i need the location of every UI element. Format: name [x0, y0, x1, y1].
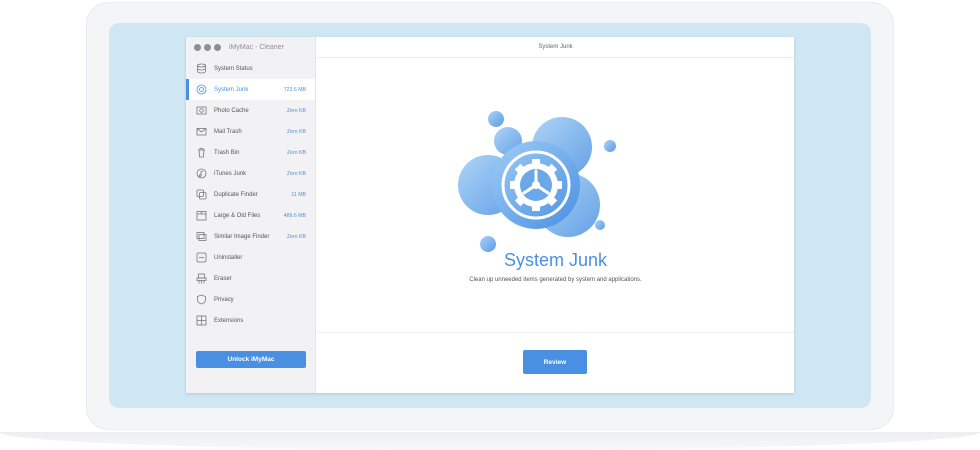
sidebar-item-label: Large & Old Files	[214, 212, 261, 219]
titlebar: iMyMac - Cleaner	[186, 37, 315, 58]
sidebar-item-label: Uninstaller	[214, 254, 243, 261]
sidebar: iMyMac - Cleaner System Status System Ju…	[186, 37, 316, 393]
laptop-base	[0, 432, 980, 450]
sidebar-item-large-old-files[interactable]: Large & Old Files 489.6 MB	[186, 205, 315, 226]
gear-center	[532, 181, 540, 189]
sidebar-item-mail-trash[interactable]: Mail Trash Zero KB	[186, 121, 315, 142]
app-icon	[196, 252, 207, 263]
trash-icon	[196, 147, 207, 158]
bubble-decoration	[595, 220, 605, 230]
section-description: Clean up unneeded items generated by sys…	[469, 277, 642, 283]
sidebar-item-size: 11 MB	[291, 191, 306, 198]
sidebar-item-label: Duplicate Finder	[214, 191, 258, 198]
sidebar-item-label: System Junk	[214, 86, 249, 93]
sidebar-item-label: Privacy	[214, 296, 234, 303]
sidebar-item-size: Zero KB	[286, 128, 306, 135]
main-panel: System Junk System Junk Clean up unneede…	[317, 37, 794, 393]
sidebar-item-trash-bin[interactable]: Trash Bin Zero KB	[186, 142, 315, 163]
page-title: System Junk	[317, 37, 794, 58]
duplicate-icon	[196, 189, 207, 200]
shield-icon	[196, 294, 207, 305]
system-junk-illustration	[458, 111, 616, 252]
bubble-decoration	[488, 111, 504, 127]
sidebar-item-size: Zero KB	[286, 149, 306, 156]
music-icon	[196, 168, 207, 179]
review-button[interactable]: Review	[523, 350, 587, 374]
sidebar-item-system-status[interactable]: System Status	[186, 58, 315, 79]
unlock-button[interactable]: Unlock iMyMac	[196, 351, 306, 368]
sidebar-item-label: Mail Trash	[214, 128, 242, 135]
bubble-decoration	[604, 140, 616, 152]
sidebar-item-label: System Status	[214, 65, 253, 72]
zoom-window-button[interactable]	[214, 44, 221, 51]
shredder-icon	[196, 273, 207, 284]
minimize-window-button[interactable]	[204, 44, 211, 51]
sidebar-item-privacy[interactable]: Privacy	[186, 289, 315, 310]
sidebar-item-label: iTunes Junk	[214, 170, 247, 177]
section-heading: System Junk	[503, 250, 608, 270]
sidebar-item-extensions[interactable]: Extensions	[186, 310, 315, 331]
sidebar-item-size: Zero KB	[286, 233, 306, 240]
database-icon	[196, 63, 207, 74]
sidebar-item-photo-cache[interactable]: Photo Cache Zero KB	[186, 100, 315, 121]
footer-divider	[317, 332, 794, 333]
mail-icon	[196, 126, 207, 137]
sidebar-item-label: Photo Cache	[214, 107, 249, 114]
photo-icon	[196, 105, 207, 116]
close-window-button[interactable]	[194, 44, 201, 51]
gear-icon	[196, 84, 207, 95]
sidebar-item-size: Zero KB	[286, 107, 306, 114]
app-title: iMyMac - Cleaner	[229, 44, 284, 51]
sidebar-item-itunes-junk[interactable]: iTunes Junk Zero KB	[186, 163, 315, 184]
sidebar-item-label: Trash Bin	[214, 149, 240, 156]
archive-icon	[196, 210, 207, 221]
image-icon	[196, 231, 207, 242]
sidebar-item-eraser[interactable]: Eraser	[186, 268, 315, 289]
sidebar-item-system-junk[interactable]: System Junk 723.6 MB	[186, 79, 315, 100]
sidebar-item-label: Similar Image Finder	[214, 233, 270, 240]
sidebar-item-uninstaller[interactable]: Uninstaller	[186, 247, 315, 268]
sidebar-item-label: Eraser	[214, 275, 232, 282]
sidebar-item-duplicate-finder[interactable]: Duplicate Finder 11 MB	[186, 184, 315, 205]
puzzle-icon	[196, 315, 207, 326]
stage: iMyMac - Cleaner System Status System Ju…	[0, 0, 980, 450]
sidebar-item-similar-image-finder[interactable]: Similar Image Finder Zero KB	[186, 226, 315, 247]
sidebar-item-size: 723.6 MB	[283, 86, 306, 93]
sidebar-item-label: Extensions	[214, 317, 244, 324]
sidebar-item-size: 489.6 MB	[283, 212, 306, 219]
sidebar-nav: System Status System Junk 723.6 MB Photo…	[186, 58, 315, 331]
app-window: iMyMac - Cleaner System Status System Ju…	[186, 37, 794, 393]
sidebar-item-size: Zero KB	[286, 170, 306, 177]
